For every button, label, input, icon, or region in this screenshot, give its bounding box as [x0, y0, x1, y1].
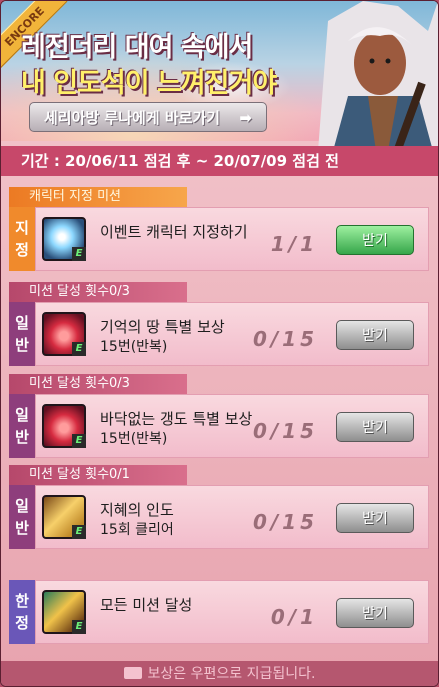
mission-count-header: 미션 달성 횟수0/3 [9, 374, 187, 394]
claim-button[interactable]: 받기 [336, 412, 414, 442]
claim-button[interactable]: 받기 [336, 598, 414, 628]
banner-title-line2: 내 인도석이 느껴진거야 [21, 68, 277, 99]
mission-type-label: 지정 [9, 207, 35, 271]
mission-title: 이벤트 캐릭터 지정하기 [100, 223, 248, 241]
rose-icon: E [42, 404, 86, 448]
mission-type-label: 한정 [9, 580, 35, 644]
claim-button[interactable]: 받기 [336, 503, 414, 533]
event-banner: ENCORE 레전더리 대여 속에서 내 인도석이 느껴진거야 세리아방 루나에… [1, 1, 438, 151]
lightning-icon: E [42, 217, 86, 261]
character-illustration [318, 1, 438, 151]
equip-badge-icon: E [72, 342, 86, 356]
mission-card: E 기억의 땅 특별 보상 15번(반복) 0/15 받기 [35, 302, 429, 366]
mission-count-header: 미션 달성 횟수0/3 [9, 282, 187, 302]
mail-icon [123, 667, 142, 679]
mission-card: E 바닥없는 갱도 특별 보상 15번(반복) 0/15 받기 [35, 394, 429, 458]
event-window: ENCORE 레전더리 대여 속에서 내 인도석이 느껴진거야 세리아방 루나에… [0, 0, 439, 687]
banner-title-line1: 레전더리 대여 속에서 [21, 32, 253, 63]
mission-progress: 0/15 [252, 419, 318, 443]
equip-badge-icon: E [72, 247, 86, 261]
footer-notice: 보상은 우편으로 지급됩니다. [1, 661, 438, 686]
mission-title: 기억의 땅 특별 보상 [100, 318, 225, 336]
equip-badge-icon: E [72, 525, 86, 539]
mission-subtitle: 15번(반복) [100, 339, 168, 355]
mission-card: E 모든 미션 달성 0/1 받기 [35, 580, 429, 644]
claim-button[interactable]: 받기 [336, 320, 414, 350]
equip-badge-icon: E [72, 434, 86, 448]
footer-text: 보상은 우편으로 지급됩니다. [147, 666, 316, 682]
mission-progress: 0/1 [270, 605, 318, 629]
mission-progress: 0/15 [252, 510, 318, 534]
mission-type-label: 일반 [9, 302, 35, 366]
mission-subtitle: 15번(반복) [100, 431, 168, 447]
mission-title: 지혜의 인도 [100, 501, 174, 519]
mission-category-header: 캐릭터 지정 미션 [9, 187, 187, 207]
claim-button[interactable]: 받기 [336, 225, 414, 255]
mission-progress: 1/1 [270, 232, 318, 256]
scroll-icon: E [42, 495, 86, 539]
mission-title: 바닥없는 갱도 특별 보상 [100, 410, 253, 428]
mission-type-label: 일반 [9, 485, 35, 549]
mission-card: E 지혜의 인도 15회 클리어 0/15 받기 [35, 485, 429, 549]
goto-luna-label: 세리아방 루나에게 바로가기 [44, 109, 221, 127]
rose-icon: E [42, 312, 86, 356]
goto-luna-button[interactable]: 세리아방 루나에게 바로가기 ➡ [29, 102, 267, 132]
mission-subtitle: 15회 클리어 [100, 522, 174, 538]
equip-badge-icon: E [72, 620, 86, 634]
event-period: 기간 : 20/06/11 점검 후 ~ 20/07/09 점검 전 [1, 146, 438, 176]
mission-progress: 0/15 [252, 327, 318, 351]
mission-count-header: 미션 달성 횟수0/1 [9, 465, 187, 485]
mission-title: 모든 미션 달성 [100, 596, 193, 614]
mission-type-label: 일반 [9, 394, 35, 458]
mission-card: E 이벤트 캐릭터 지정하기 1/1 받기 [35, 207, 429, 271]
arrow-right-icon: ➡ [239, 109, 252, 127]
treasure-chest-icon: E [42, 590, 86, 634]
